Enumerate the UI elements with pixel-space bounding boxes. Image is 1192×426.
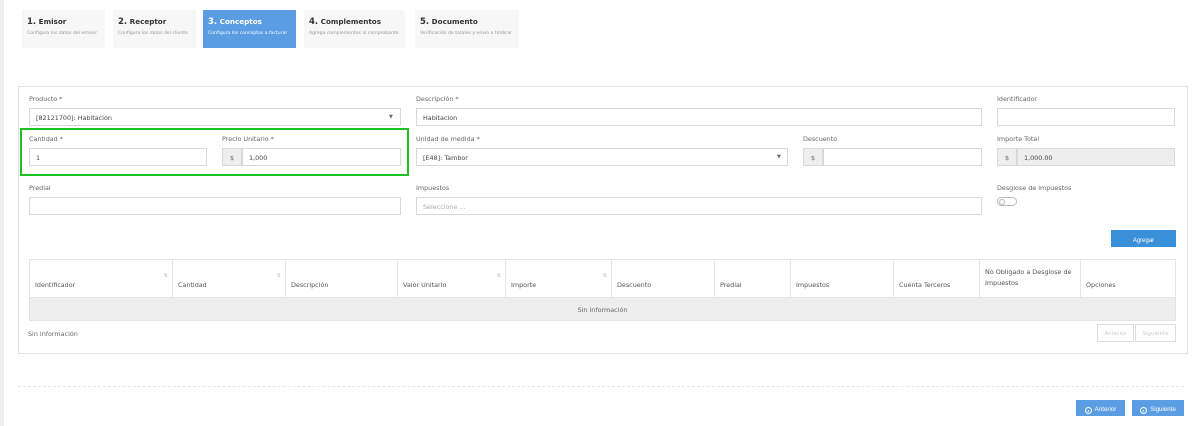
cantidad-input[interactable]: 1 [29, 148, 207, 166]
dollar-addon: $ [997, 148, 1017, 166]
identificador-input[interactable] [997, 108, 1175, 126]
anterior-button[interactable]: ◂ Anterior [1076, 400, 1125, 416]
column-header-identificador[interactable]: Identificador ⇅ [30, 260, 173, 298]
column-header-descuento[interactable]: Descuento [612, 260, 715, 298]
step-description: Verificación de totales y envío a timbra… [420, 31, 512, 36]
sort-icon: ⇅ [602, 273, 607, 279]
dollar-addon: $ [222, 148, 242, 166]
step-number: 3. [208, 17, 218, 27]
precio-unitario-label: Precio Unitario * [222, 135, 274, 143]
divider [18, 386, 1184, 387]
impuestos-label: Impuestos [416, 184, 450, 192]
column-header-descripcion[interactable]: Descripción [286, 260, 398, 298]
descuento-input[interactable] [823, 148, 982, 166]
step-description: Configura los conceptos a facturar [208, 31, 288, 36]
column-header-opciones[interactable]: Opciones [1081, 260, 1176, 298]
cantidad-label: Cantidad * [29, 135, 63, 143]
identificador-label: Identificador [997, 95, 1038, 103]
anterior-label: Anterior [1094, 406, 1117, 413]
impuestos-select[interactable]: Seleccione ... [416, 197, 982, 215]
descuento-label: Descuento [803, 135, 838, 143]
column-header-impuestos[interactable]: Impuestos [791, 260, 894, 298]
importe-total-label: Importe Total [997, 135, 1040, 143]
predial-input[interactable] [29, 197, 401, 215]
toggle-knob [999, 199, 1005, 205]
step-emisor[interactable]: 1. Emisor Configura los datos del emisor [22, 10, 105, 48]
step-number: 2. [118, 17, 128, 27]
table-next-button[interactable]: Siguiente [1135, 324, 1176, 342]
step-title: Receptor [129, 17, 167, 26]
sort-icon: ⇅ [163, 273, 168, 279]
app-root: 1. Emisor Configura los datos del emisor… [0, 0, 1192, 426]
sort-icon: ⇅ [276, 273, 281, 279]
step-title: Emisor [38, 17, 67, 26]
agregar-button[interactable]: Agregar [1111, 230, 1176, 247]
column-header-cuenta-terceros[interactable]: Cuenta Terceros [894, 260, 980, 298]
conceptos-table: Identificador ⇅ Cantidad ⇅ Descripción Val… [29, 259, 1176, 321]
sort-icon: ⇅ [496, 273, 501, 279]
step-number: 4. [309, 17, 319, 27]
dollar-addon: $ [803, 148, 823, 166]
arrow-right-icon: ▸ [1140, 407, 1148, 414]
step-title: Documento [431, 17, 478, 26]
predial-label: Predial [29, 184, 51, 192]
step-description: Agrega complementos al comprobante [309, 31, 399, 36]
step-conceptos[interactable]: 3. Conceptos Configura los conceptos a f… [203, 10, 296, 48]
column-header-no-obligado[interactable]: No Obligado a Desglose de Impuestos [980, 260, 1081, 298]
arrow-left-icon: ◂ [1084, 407, 1092, 414]
precio-unitario-input[interactable]: 1,000 [242, 148, 401, 166]
step-description: Configura los datos del cliente [118, 31, 188, 36]
unidad-medida-label: Unidad de medida * [416, 135, 480, 143]
step-title: Complementos [320, 17, 381, 26]
step-description: Configura los datos del emisor [27, 31, 98, 36]
column-header-cantidad[interactable]: Cantidad ⇅ [173, 260, 286, 298]
table-header: Identificador ⇅ Cantidad ⇅ Descripción Val… [29, 259, 1176, 298]
step-number: 5. [420, 17, 430, 27]
table-empty-row: Sin información [29, 297, 1176, 321]
step-documento[interactable]: 5. Documento Verificación de totales y e… [415, 10, 519, 48]
step-number: 1. [27, 17, 37, 27]
descripcion-input[interactable]: Habitacion [416, 108, 982, 126]
caret-down-icon: ▼ [777, 154, 781, 160]
step-complementos[interactable]: 4. Complementos Agrega complementos al c… [304, 10, 405, 48]
desglose-toggle[interactable] [997, 197, 1017, 206]
producto-select[interactable]: [82121700]: Habitacion [29, 108, 401, 126]
step-receptor[interactable]: 2. Receptor Configura los datos del clie… [113, 10, 196, 48]
desglose-label: Desglose de impuestos [997, 184, 1072, 192]
table-info: Sin información [28, 330, 78, 338]
unidad-medida-select[interactable]: [E48]: Tambor [416, 148, 788, 166]
column-header-importe[interactable]: Importe ⇅ [506, 260, 612, 298]
column-header-valor-unitario[interactable]: Valor Unitario ⇅ [398, 260, 506, 298]
importe-total-input: 1,000.00 [1017, 148, 1175, 166]
caret-down-icon: ▼ [389, 114, 393, 120]
siguiente-button[interactable]: ▸ Siguiente [1132, 400, 1184, 416]
siguiente-label: Siguiente [1150, 406, 1176, 413]
table-prev-button[interactable]: Anterior [1097, 324, 1134, 342]
descripcion-label: Descripción * [416, 95, 459, 103]
producto-label: Producto * [29, 95, 63, 103]
step-title: Conceptos [219, 17, 262, 26]
column-header-predial[interactable]: Predial [715, 260, 791, 298]
